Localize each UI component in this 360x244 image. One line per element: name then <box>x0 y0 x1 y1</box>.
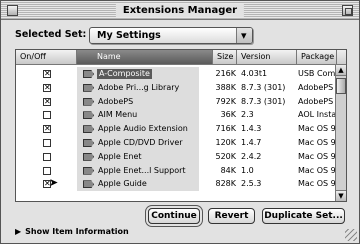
extension-name: Apple Audio Extension <box>98 124 188 134</box>
scroll-down-arrow-icon[interactable]: ▼ <box>336 190 346 201</box>
extension-version: 2.4.2 <box>241 151 262 161</box>
table-row[interactable]: AIM Menu 36K 2.3 AOL Instan... <box>16 108 346 123</box>
extension-name: Apple Enet <box>98 151 142 161</box>
extension-version: 1.0 <box>241 165 254 175</box>
column-header-size[interactable]: Size <box>213 50 237 65</box>
continue-button[interactable]: Continue <box>148 208 200 224</box>
enabled-checkbox[interactable]: ✕ <box>43 125 51 134</box>
enabled-checkbox[interactable] <box>43 139 51 147</box>
extension-name: A-Composite <box>97 69 152 79</box>
extension-version: 8.7.3 (301) <box>241 96 286 106</box>
extensions-list[interactable]: On/Off Name Size Version Package ✕ A-Comp… <box>15 49 347 202</box>
extension-size: 84K <box>220 165 236 175</box>
enabled-checkbox[interactable]: ✕ <box>43 97 51 106</box>
column-header-cap <box>337 50 346 65</box>
name-column-bg <box>77 94 199 109</box>
extension-version: 2.5.3 <box>241 179 262 189</box>
table-row[interactable]: ✕ AdobePS 792K 8.7.3 (301) AdobePS 8... <box>16 94 346 109</box>
vertical-scrollbar[interactable]: ▲ ▼ <box>335 65 346 201</box>
extension-version: 8.7.3 (301) <box>241 82 286 92</box>
enabled-checkbox[interactable] <box>43 166 51 175</box>
extension-version: 1.4.3 <box>241 124 262 134</box>
selected-set-value: My Settings <box>97 30 161 41</box>
disclosure-triangle-icon[interactable]: ▶ <box>15 227 21 236</box>
extension-name: Apple CD/DVD Driver <box>98 138 183 147</box>
selected-set-popup[interactable]: My Settings <box>89 27 253 44</box>
extension-size: 828K <box>215 179 236 189</box>
enabled-checkbox[interactable] <box>43 111 51 120</box>
extension-name: Apple Guide <box>98 179 147 189</box>
zoom-box[interactable] <box>342 5 353 16</box>
name-column-bg <box>77 108 199 123</box>
column-header-name[interactable]: Name <box>77 50 213 65</box>
table-row[interactable]: ✕ Adobe Pri...g Library 388K 8.7.3 (301) Ado… <box>16 80 346 95</box>
table-row[interactable]: ✕ Apple Audio Extension 716K 1.4.3 Mac OS 9.… <box>16 122 346 136</box>
table-row[interactable]: Apple Enet...l Support 84K 1.0 Mac OS 9.... <box>16 163 346 178</box>
column-header-onoff[interactable]: On/Off <box>16 50 77 65</box>
extension-size: 792K <box>215 96 236 106</box>
enabled-checkbox[interactable] <box>43 152 51 161</box>
scroll-up-arrow-icon[interactable]: ▲ <box>336 65 346 76</box>
title-bar[interactable]: Extensions Manager <box>1 1 359 20</box>
mouse-pointer-icon: ➤ <box>49 176 59 189</box>
extension-rows: ✕A-Composite216K4.03t1USB Compo...✕Adobe… <box>16 65 346 201</box>
extension-version: 1.4.7 <box>241 138 262 147</box>
popup-arrow-icon <box>236 28 252 43</box>
extension-size: 520K <box>215 151 236 161</box>
duplicate-set-button[interactable]: Duplicate Set... <box>262 208 345 224</box>
extension-name: AIM Menu <box>98 110 138 120</box>
extension-size: 120K <box>215 138 236 147</box>
extension-name: Adobe Pri...g Library <box>98 82 180 92</box>
resize-grip-icon[interactable] <box>345 229 357 241</box>
revert-button[interactable]: Revert <box>208 208 255 224</box>
extension-size: 216K <box>215 69 236 78</box>
extension-version: 4.03t1 <box>241 69 268 78</box>
extension-name: Apple Enet...l Support <box>98 165 186 175</box>
list-header: On/Off Name Size Version Package <box>16 50 346 65</box>
table-row[interactable]: Apple Enet 520K 2.4.2 Mac OS 9.... <box>16 149 346 164</box>
close-box[interactable] <box>7 5 18 16</box>
selected-set-label: Selected Set: <box>15 29 87 40</box>
extension-size: 388K <box>215 82 236 92</box>
show-item-information-disclosure[interactable]: ▶ Show Item Information <box>15 227 129 236</box>
table-row[interactable]: ✕ Apple Guide 828K 2.5.3 Mac OS 9.... <box>16 177 346 192</box>
column-header-version[interactable]: Version <box>237 50 297 65</box>
column-header-package[interactable]: Package <box>297 50 337 65</box>
extension-name: AdobePS <box>98 96 134 106</box>
extension-version: 2.3 <box>241 110 254 120</box>
extensions-manager-window: Extensions Manager Selected Set: My Sett… <box>0 0 360 244</box>
table-row[interactable]: Apple CD/DVD Driver 120K 1.4.7 Mac OS 9.... <box>16 136 346 150</box>
scroll-thumb[interactable] <box>336 78 346 94</box>
show-item-information-label: Show Item Information <box>25 227 129 236</box>
extension-size: 716K <box>215 124 236 134</box>
window-title: Extensions Manager <box>115 4 245 17</box>
extension-size: 36K <box>220 110 236 120</box>
table-row[interactable]: ✕A-Composite216K4.03t1USB Compo... <box>16 67 346 81</box>
enabled-checkbox[interactable]: ✕ <box>43 70 51 78</box>
enabled-checkbox[interactable]: ✕ <box>43 83 51 92</box>
